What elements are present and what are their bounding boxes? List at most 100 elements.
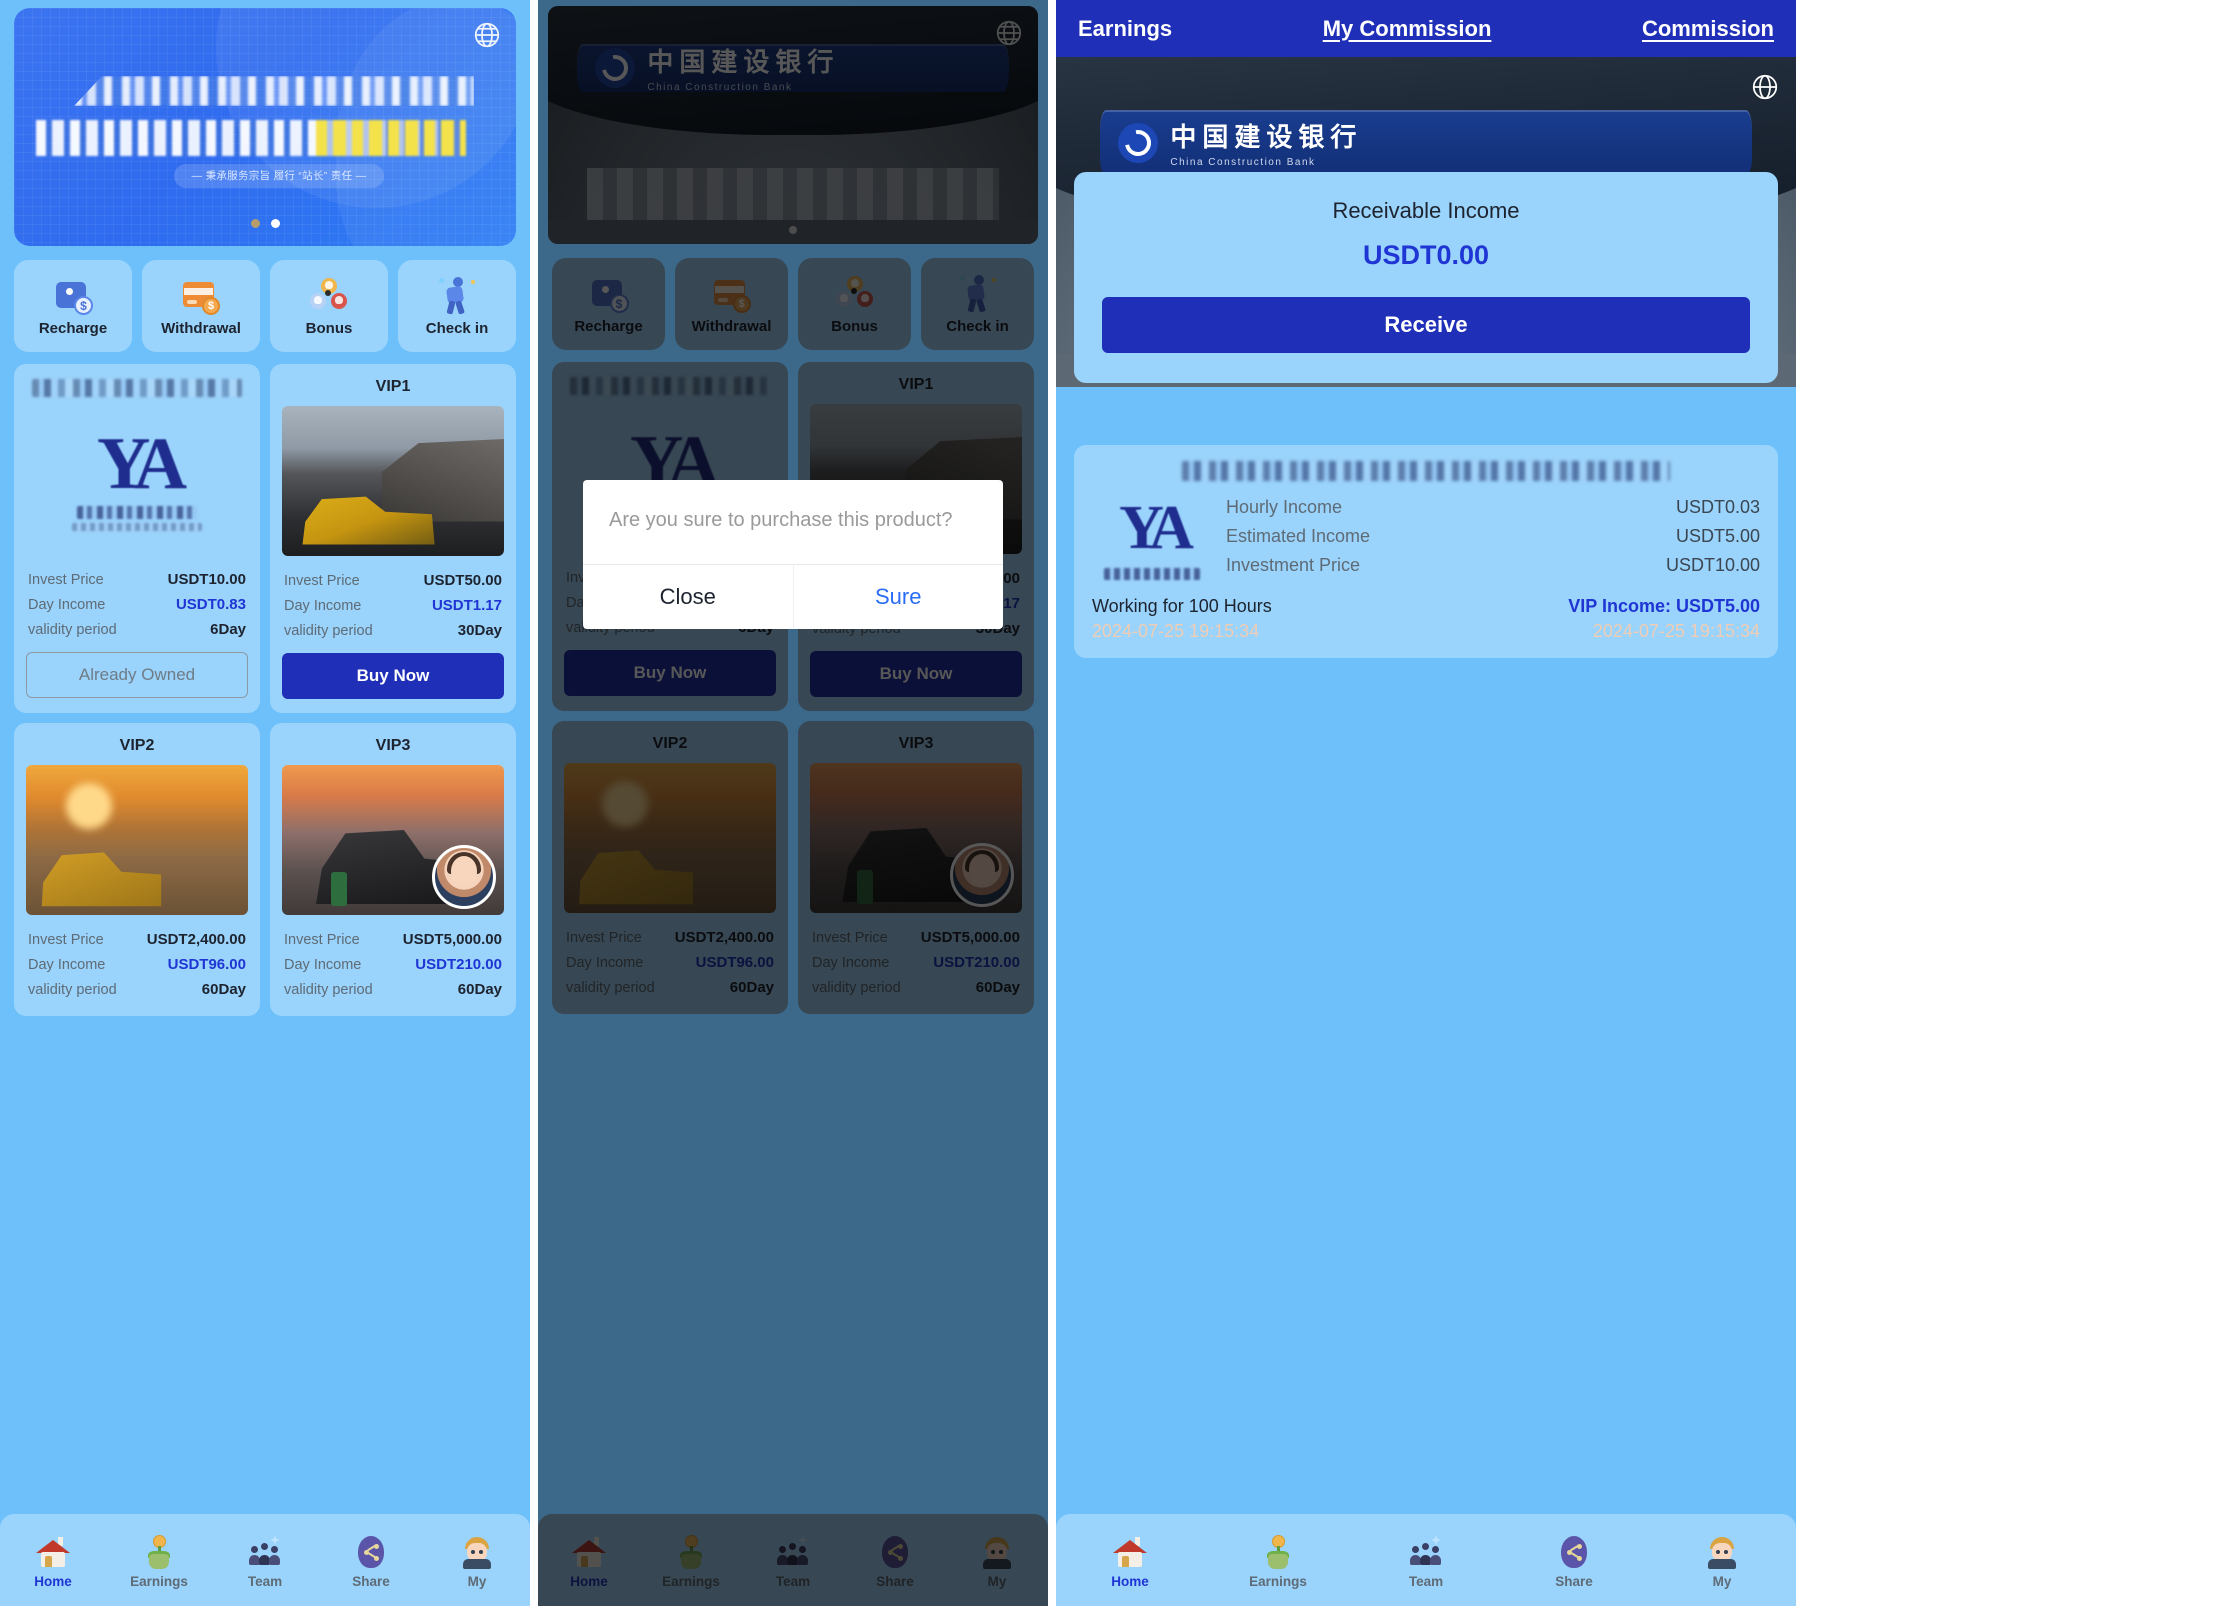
product-specs: Invest Price USDT2,400.00 Day Income USD… [26, 927, 248, 1002]
spec-value: USDT5,000.00 [402, 931, 502, 948]
quick-action-label: Withdrawal [161, 319, 241, 337]
tab-label: Share [1555, 1574, 1593, 1589]
ccb-logo-icon [1118, 122, 1159, 163]
start-timestamp: 2024-07-25 19:15:34 [1092, 621, 1260, 641]
spec-label: Invest Price [284, 931, 360, 948]
spec-invest-price: Invest Price USDT2,400.00 [26, 927, 248, 952]
quick-action-label: Recharge [38, 319, 108, 337]
my-commission-link[interactable]: My Commission [1323, 16, 1492, 42]
investment-footer: Working for 100 Hours VIP Income: USDT5.… [1092, 596, 1760, 642]
quick-action-recharge[interactable]: $ Recharge [14, 260, 132, 352]
product-specs: Invest Price USDT50.00 Day Income USDT1.… [282, 568, 504, 643]
row-label: Hourly Income [1226, 497, 1343, 517]
banner-headline-blurred [74, 76, 474, 106]
spec-day-income: Day Income USDT0.83 [26, 592, 248, 617]
product-title: VIP3 [375, 737, 411, 754]
already-owned-button[interactable]: Already Owned [26, 652, 248, 698]
tab-share[interactable]: Share [318, 1535, 424, 1589]
spec-validity: validity period 6Day [26, 617, 248, 642]
spec-value: USDT10.00 [167, 571, 246, 588]
banner-dot-2[interactable] [270, 219, 280, 228]
investment-row: Hourly Income USDT0.03 [1226, 493, 1760, 522]
product-image-mining-truck [282, 406, 504, 556]
receivable-title: Receivable Income [1332, 198, 1520, 223]
earnings-header: Earnings My Commission Commission [1056, 0, 1796, 57]
tab-team[interactable]: Team [1352, 1535, 1500, 1589]
tab-label: My [467, 1574, 487, 1589]
brand-logo-icon: YA [1092, 493, 1212, 580]
tab-label: Team [1408, 1574, 1444, 1589]
promo-banner[interactable]: — 秉承服务宗旨 履行 “站长” 责任 — [14, 8, 516, 246]
tab-earnings[interactable]: Earnings [1204, 1535, 1352, 1589]
purchase-confirm-dialog: Are you sure to purchase this product? C… [583, 480, 1004, 630]
spec-label: Day Income [284, 597, 362, 614]
banner-dot-1[interactable] [250, 219, 260, 228]
investment-card: YA Hourly Income USDT0.03 Estimated Inco… [1074, 445, 1778, 658]
product-card[interactable]: YA Invest Price USDT10.00 Day Income USD… [14, 364, 260, 713]
tab-home[interactable]: Home [0, 1535, 106, 1589]
spec-value: 60Day [457, 981, 502, 998]
spec-value: USDT96.00 [167, 956, 246, 973]
spec-label: Invest Price [28, 931, 104, 948]
globe-icon[interactable] [472, 20, 502, 50]
team-people-icon [248, 1535, 282, 1569]
bottom-tabbar: Home Earnings Team Share My [0, 1514, 530, 1606]
row-value: USDT5.00 [1675, 526, 1760, 546]
quick-action-bonus[interactable]: Bonus [270, 260, 388, 352]
globe-icon[interactable] [1750, 72, 1780, 102]
tab-my[interactable]: My [1648, 1535, 1796, 1589]
row-value: USDT0.03 [1675, 497, 1760, 517]
banner-slogan: — 秉承服务宗旨 履行 “站长” 责任 — [174, 164, 384, 188]
spec-value: 30Day [457, 622, 502, 639]
product-specs: Invest Price USDT5,000.00 Day Income USD… [282, 927, 504, 1002]
product-title: VIP2 [119, 737, 155, 754]
spec-label: Day Income [28, 956, 106, 973]
person-checkin-icon [437, 276, 477, 316]
banner-dots[interactable] [14, 219, 516, 228]
spec-day-income: Day Income USDT96.00 [26, 952, 248, 977]
product-title-blurred [32, 379, 242, 397]
spec-day-income: Day Income USDT1.17 [282, 593, 504, 618]
share-nodes-icon [1557, 1535, 1591, 1569]
bottom-tabbar: Home Earnings Team Share My [1056, 1514, 1796, 1606]
people-network-icon [309, 276, 349, 316]
spec-validity: validity period 60Day [26, 977, 248, 1002]
row-label: Investment Price [1226, 555, 1361, 575]
spec-label: Invest Price [28, 571, 104, 588]
quick-action-checkin[interactable]: Check in [398, 260, 516, 352]
tab-earnings[interactable]: Earnings [106, 1535, 212, 1589]
tab-team[interactable]: Team [212, 1535, 318, 1589]
spec-value: USDT0.83 [175, 596, 246, 613]
spec-value: USDT2,400.00 [146, 931, 246, 948]
tab-my[interactable]: My [424, 1535, 530, 1589]
product-card[interactable]: VIP1 Invest Price USDT50.00 Day Income U… [270, 364, 516, 713]
product-card[interactable]: VIP3 Invest Price USDT5,000.00 Day Incom… [270, 723, 516, 1016]
dialog-close-button[interactable]: Close [583, 565, 794, 630]
tab-label: Home [34, 1574, 72, 1589]
product-image-mining-truck [282, 765, 504, 915]
quick-action-label: Bonus [305, 319, 353, 337]
commission-link[interactable]: Commission [1642, 16, 1774, 42]
modal-overlay[interactable] [538, 0, 1048, 1606]
tab-label: My [1712, 1574, 1732, 1589]
receivable-income-card: Receivable Income USDT0.00 Receive [1074, 172, 1778, 383]
receive-button[interactable]: Receive [1102, 297, 1750, 353]
spec-invest-price: Invest Price USDT50.00 [282, 568, 504, 593]
tab-share[interactable]: Share [1500, 1535, 1648, 1589]
quick-action-withdrawal[interactable]: $ Withdrawal [142, 260, 260, 352]
phone-panel-home: — 秉承服务宗旨 履行 “站长” 责任 — $ Recharge $ Withd… [0, 0, 530, 1606]
dialog-confirm-button[interactable]: Sure [794, 565, 1004, 629]
tab-label: Earnings [130, 1574, 188, 1589]
money-plant-icon [1261, 1535, 1295, 1569]
quick-action-label: Check in [425, 319, 489, 337]
spec-label: Day Income [284, 956, 362, 973]
buy-now-button[interactable]: Buy Now [282, 653, 504, 699]
product-card[interactable]: VIP2 Invest Price USDT2,400.00 Day Incom… [14, 723, 260, 1016]
banner-highlight-blurred [316, 120, 466, 156]
money-plant-icon [142, 1535, 176, 1569]
tab-home[interactable]: Home [1056, 1535, 1204, 1589]
team-people-icon [1409, 1535, 1443, 1569]
product-image-mining-truck [26, 765, 248, 915]
spec-label: Day Income [28, 596, 106, 613]
avatar [432, 845, 496, 909]
